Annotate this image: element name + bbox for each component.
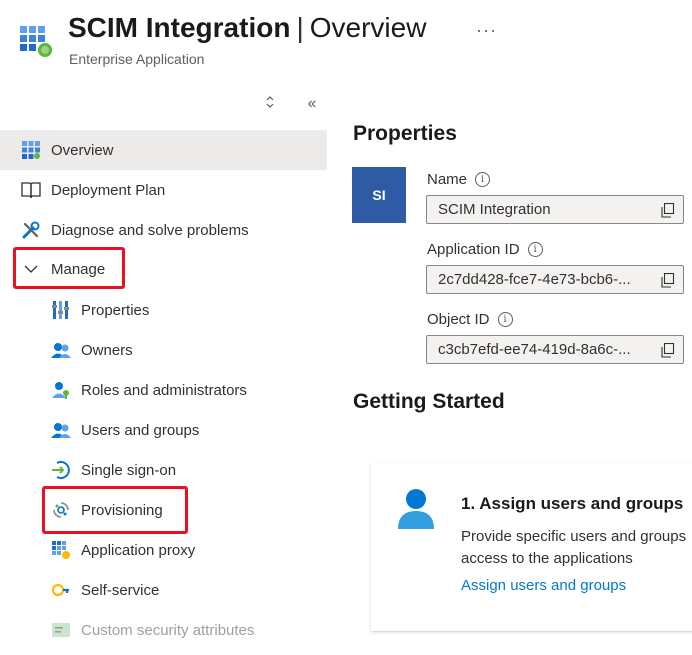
sidebar-item-overview[interactable]: Overview: [0, 130, 327, 170]
copy-icon[interactable]: [661, 273, 675, 288]
object-id-field[interactable]: c3cb7efd-ee74-419d-8a6c-...: [426, 335, 684, 364]
copy-icon[interactable]: [661, 203, 675, 218]
sidebar-item-label: Roles and administrators: [81, 381, 247, 399]
sidebar-item-properties[interactable]: Properties: [0, 290, 327, 330]
app-name: SCIM Integration: [68, 12, 291, 43]
sidebar-item-label: Owners: [81, 341, 133, 359]
user-icon: [398, 489, 434, 529]
getting-started-heading: Getting Started: [353, 390, 505, 413]
sidebar-item-label: Diagnose and solve problems: [51, 221, 249, 239]
up-down-icon: [266, 96, 274, 108]
application-id-label: Application ID i: [427, 241, 543, 258]
properties-heading: Properties: [353, 122, 457, 145]
sidebar-item-custom-security-attributes: Custom security attributes: [0, 610, 327, 650]
page-name: Overview: [309, 12, 427, 43]
provisioning-highlight-box: [42, 486, 188, 534]
name-label: Name i: [427, 171, 491, 188]
sidebar-item-label: Users and groups: [81, 421, 200, 439]
roles-icon: [51, 380, 71, 400]
sidebar-item-label: Overview: [51, 141, 114, 159]
info-icon[interactable]: i: [497, 312, 513, 327]
object-id-label-text: Object ID: [427, 311, 490, 328]
info-icon[interactable]: i: [475, 172, 491, 187]
sidebar-item-label: Single sign-on: [81, 461, 177, 479]
sso-icon: [51, 460, 71, 480]
name-label-text: Name: [427, 171, 468, 188]
sidebar-item-single-sign-on[interactable]: Single sign-on: [0, 450, 327, 490]
more-options-button[interactable]: ···: [476, 20, 497, 41]
sidebar-item-label: Self-service: [81, 581, 160, 599]
copy-icon[interactable]: [661, 343, 675, 358]
sidebar-item-label: Deployment Plan: [51, 181, 166, 199]
wrench-icon: [21, 220, 41, 240]
sidebar-item-self-service[interactable]: Self-service: [0, 570, 327, 610]
expand-collapse-all-button[interactable]: [262, 94, 278, 116]
application-id-field[interactable]: 2c7dd428-fce7-4e73-bcb6-...: [426, 265, 684, 294]
object-id-value: c3cb7efd-ee74-419d-8a6c-...: [438, 341, 631, 358]
grid-icon: [21, 140, 41, 160]
name-field[interactable]: SCIM Integration: [426, 195, 684, 224]
sidebar-item-owners[interactable]: Owners: [0, 330, 327, 370]
app-avatar: SI: [352, 167, 406, 223]
book-icon: [21, 180, 41, 200]
assign-users-link[interactable]: Assign users and groups: [461, 577, 626, 594]
card-description: Provide specific users and groups access…: [461, 528, 687, 567]
users-icon: [51, 420, 71, 440]
app-proxy-icon: [51, 540, 71, 560]
sidebar-item-deployment-plan[interactable]: Deployment Plan: [0, 170, 327, 210]
sidebar-item-label: Properties: [81, 301, 150, 319]
collapse-sidebar-button[interactable]: «: [302, 94, 322, 116]
self-service-icon: [51, 580, 71, 600]
sidebar-item-application-proxy[interactable]: Application proxy: [0, 530, 327, 570]
sidebar-item-label: Custom security attributes: [81, 621, 255, 639]
manage-highlight-box: [13, 247, 125, 289]
properties-icon: [51, 300, 71, 320]
page-title: SCIM Integration | Overview: [68, 12, 426, 44]
page-subtitle: Enterprise Application: [69, 51, 205, 67]
custom-attributes-icon: [51, 620, 71, 640]
card-title: 1. Assign users and groups: [461, 494, 684, 513]
sidebar-item-users-and-groups[interactable]: Users and groups: [0, 410, 327, 450]
application-id-value: 2c7dd428-fce7-4e73-bcb6-...: [438, 271, 631, 288]
info-icon[interactable]: i: [527, 242, 543, 257]
sidebar-item-diagnose[interactable]: Diagnose and solve problems: [0, 210, 327, 250]
sidebar-item-label: Application proxy: [81, 541, 196, 559]
sidebar-item-roles[interactable]: Roles and administrators: [0, 370, 327, 410]
enterprise-app-icon: [20, 26, 52, 57]
title-separator: |: [296, 12, 304, 43]
owners-icon: [51, 340, 71, 360]
application-id-label-text: Application ID: [427, 241, 520, 258]
name-value: SCIM Integration: [438, 201, 551, 218]
object-id-label: Object ID i: [427, 311, 513, 328]
